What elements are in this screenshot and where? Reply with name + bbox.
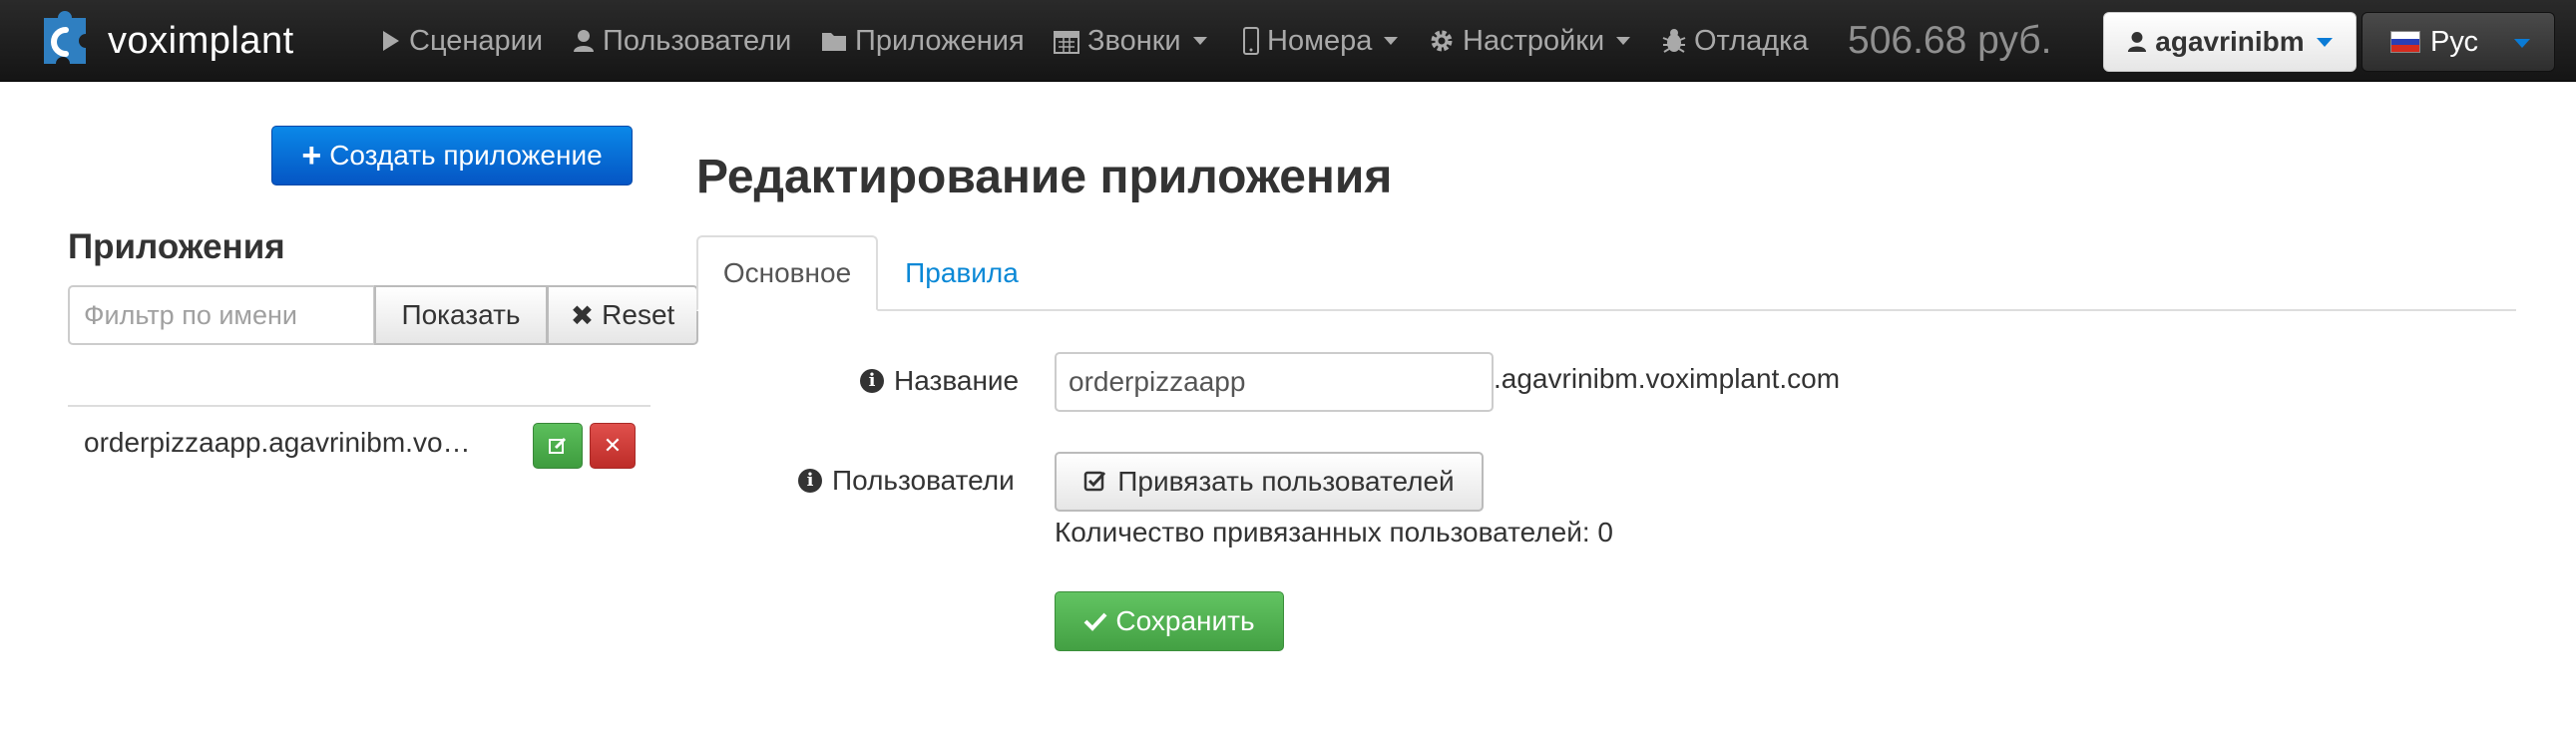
nav-item-calls[interactable]: Звонки <box>1054 0 1207 82</box>
puzzle-logo-icon <box>30 4 104 78</box>
account-balance: 506.68 руб. <box>1848 19 2052 62</box>
nav-item-debug[interactable]: Отладка <box>1662 0 1809 82</box>
chevron-down-icon <box>2316 37 2333 47</box>
nav-label: Пользователи <box>603 24 792 57</box>
page-title: Редактирование приложения <box>696 151 1393 203</box>
user-name: agavrinibm <box>2155 26 2305 57</box>
nav-label: Отладка <box>1694 24 1809 57</box>
chevron-down-icon <box>1384 37 1399 45</box>
user-icon <box>2128 32 2147 52</box>
domain-suffix: .agavrinibm.voximplant.com <box>1494 363 1841 394</box>
nav-item-users[interactable]: Пользователи <box>573 0 791 82</box>
bug-icon <box>1662 29 1686 53</box>
plus-icon: + <box>301 137 322 175</box>
chevron-down-icon <box>2514 39 2530 48</box>
filter-by-name-input[interactable] <box>68 285 375 345</box>
nav-label: Звонки <box>1087 24 1181 57</box>
brand-logo[interactable]: voximplant <box>30 4 294 78</box>
nav-label: Настройки <box>1463 24 1605 57</box>
name-label-text: Название <box>894 365 1020 396</box>
save-button[interactable]: Сохранить <box>1055 591 1284 651</box>
bound-users-count: Количество привязанных пользователей: 0 <box>1055 517 1613 548</box>
user-menu-button[interactable]: agavrinibm <box>2103 12 2357 72</box>
chevron-down-icon <box>1192 37 1207 45</box>
edit-icon <box>549 437 567 454</box>
list-divider <box>68 405 650 407</box>
nav-item-settings[interactable]: Настройки <box>1429 0 1631 82</box>
info-icon[interactable]: i <box>798 469 822 493</box>
edit-application-button[interactable] <box>533 423 583 469</box>
mobile-phone-icon <box>1243 27 1259 55</box>
users-field-label: i Пользователи <box>798 465 1015 497</box>
top-navbar: voximplant Сценарии Пользователи Приложе… <box>0 0 2576 82</box>
show-button[interactable]: Показать <box>374 285 548 345</box>
reset-label: Reset <box>602 299 675 330</box>
nav-item-applications[interactable]: Приложения <box>821 0 1025 82</box>
nav-item-numbers[interactable]: Номера <box>1243 0 1399 82</box>
tab-general[interactable]: Основное <box>696 235 878 311</box>
nav-label: Приложения <box>855 24 1025 57</box>
russian-flag-icon <box>2390 31 2420 53</box>
close-icon: ✖ <box>570 299 595 331</box>
name-field-label: i Название <box>860 365 1019 397</box>
folder-icon <box>822 33 846 51</box>
reset-button[interactable]: ✖ Reset <box>547 285 698 345</box>
save-label: Сохранить <box>1115 605 1255 636</box>
language-menu-button[interactable]: Рус <box>2361 12 2555 72</box>
calendar-icon <box>1054 31 1079 54</box>
list-item[interactable]: orderpizzaapp.agavrinibm.vo… <box>84 427 483 459</box>
applications-heading: Приложения <box>68 227 285 266</box>
checkbox-icon <box>1084 471 1106 492</box>
play-icon <box>383 31 399 51</box>
delete-application-button[interactable]: ✕ <box>590 423 636 469</box>
application-name-input[interactable] <box>1055 352 1494 412</box>
create-application-label: Создать приложение <box>329 140 603 171</box>
info-icon[interactable]: i <box>860 369 884 393</box>
gear-icon <box>1431 30 1453 52</box>
bind-users-label: Привязать пользователей <box>1117 466 1455 497</box>
close-icon: ✕ <box>603 433 623 458</box>
brand-name: voximplant <box>108 19 294 62</box>
tab-rules[interactable]: Правила <box>878 235 1046 311</box>
check-icon <box>1084 612 1107 631</box>
create-application-button[interactable]: + Создать приложение <box>271 126 633 185</box>
users-label-text: Пользователи <box>832 465 1015 496</box>
nav-label: Сценарии <box>409 24 544 57</box>
nav-label: Номера <box>1267 24 1373 57</box>
nav-item-scenarios[interactable]: Сценарии <box>381 0 543 82</box>
user-icon <box>574 30 594 52</box>
bind-users-button[interactable]: Привязать пользователей <box>1055 452 1484 512</box>
chevron-down-icon <box>1616 37 1631 45</box>
language-label: Рус <box>2430 25 2479 58</box>
